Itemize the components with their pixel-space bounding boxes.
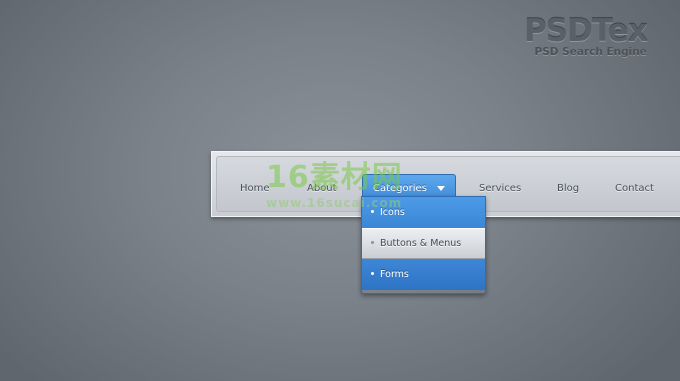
bullet-icon <box>371 210 374 213</box>
nav-item-categories-label: Categories <box>373 183 427 194</box>
nav-item-blog[interactable]: Blog <box>557 157 579 221</box>
nav-item-about[interactable]: About <box>307 157 337 221</box>
dropdown-item-buttons-menus[interactable]: Buttons & Menus <box>362 228 485 259</box>
categories-dropdown-menu: Icons Buttons & Menus Forms <box>361 196 486 294</box>
logo-title: PSDTex <box>524 13 648 49</box>
chevron-down-icon <box>436 185 445 191</box>
psdtex-logo: PSDTex PSD Search Engine <box>524 13 648 58</box>
bullet-icon <box>371 272 374 275</box>
dropdown-item-icons[interactable]: Icons <box>362 197 485 228</box>
dropdown-item-forms[interactable]: Forms <box>362 259 485 290</box>
nav-item-home[interactable]: Home <box>240 157 270 221</box>
nav-item-contact[interactable]: Contact <box>615 157 654 221</box>
bullet-icon <box>371 241 374 244</box>
dropdown-item-label: Forms <box>380 269 409 280</box>
dropdown-item-label: Buttons & Menus <box>380 238 462 249</box>
dropdown-item-label: Icons <box>380 207 405 218</box>
logo-subtitle: PSD Search Engine <box>534 46 647 58</box>
